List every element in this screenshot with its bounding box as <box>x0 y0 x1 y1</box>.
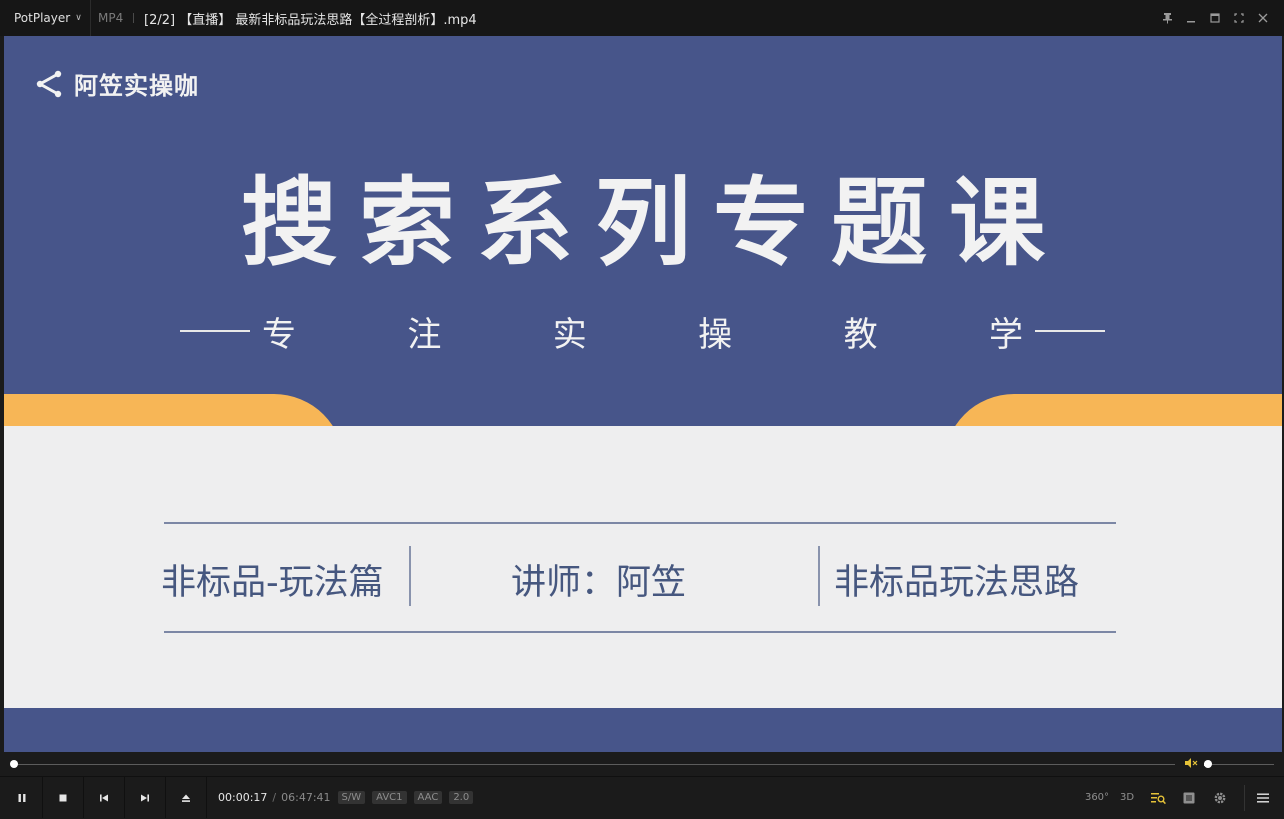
volume-handle[interactable] <box>1204 760 1212 768</box>
app-menu-button[interactable]: PotPlayer ∨ <box>0 0 91 36</box>
gear-icon <box>1214 792 1226 803</box>
control-divider <box>1244 785 1245 811</box>
info-series: 非标品-玩法篇 <box>161 562 384 603</box>
pause-button[interactable] <box>2 777 43 818</box>
info-panel: 非标品-玩法篇 讲师：阿笠 非标品玩法思路 <box>4 426 1282 708</box>
list-icon <box>1183 792 1195 803</box>
playlist-search-icon <box>1151 792 1166 804</box>
current-time: 00:00:17 <box>218 791 268 804</box>
window-controls <box>1160 0 1270 36</box>
time-separator: / <box>272 791 277 804</box>
video-frame[interactable]: 阿笠实操咖 搜索系列专题课 专 注 实 操 教 学 非标品-玩法篇 讲师：阿笠 … <box>4 36 1282 752</box>
format-label: MP4 <box>98 11 124 25</box>
renderer-tag[interactable]: S/W <box>337 791 366 804</box>
subline-char: 实 <box>552 314 587 355</box>
settings-button[interactable] <box>1208 777 1232 818</box>
subline-char: 教 <box>843 314 878 355</box>
info-topic: 非标品玩法思路 <box>834 562 1080 603</box>
vr-360-button[interactable]: 360° <box>1084 777 1110 818</box>
close-icon[interactable] <box>1256 11 1270 25</box>
subline-char: 学 <box>988 314 1023 355</box>
previous-icon <box>100 794 108 801</box>
next-button[interactable] <box>125 777 166 818</box>
subline-chars: 专 注 实 操 教 学 <box>250 307 1035 356</box>
subline: 专 注 实 操 教 学 <box>180 306 1105 356</box>
info-lecturer: 讲师：阿笠 <box>511 562 687 603</box>
audio-channels-tag[interactable]: 2.0 <box>449 791 474 804</box>
seek-track[interactable] <box>13 764 1175 765</box>
audio-codec-tag[interactable]: AAC <box>413 791 443 804</box>
subline-char: 专 <box>262 314 296 355</box>
share-icon <box>36 70 62 97</box>
brand-logo: 阿笠实操咖 <box>34 66 199 101</box>
eject-button[interactable] <box>166 777 207 818</box>
next-icon <box>141 794 149 801</box>
volume-track[interactable] <box>1204 764 1274 765</box>
control-bar: 00:00:17 / 06:47:41 S/W AVC1 AAC 2.0 360… <box>0 776 1284 819</box>
seek-bar-area <box>0 752 1284 776</box>
chapter-list-button[interactable] <box>1177 777 1201 818</box>
video-headline: 搜索系列专题课 <box>241 167 1067 279</box>
chevron-down-icon: ∨ <box>75 13 82 23</box>
info-divider <box>409 546 411 606</box>
minimize-icon[interactable] <box>1184 11 1198 25</box>
eject-icon <box>182 794 190 802</box>
panel-rule-bottom <box>164 631 1116 633</box>
previous-button[interactable] <box>84 777 125 818</box>
mute-speaker-icon[interactable] <box>1184 757 1198 772</box>
seek-handle[interactable] <box>10 760 18 768</box>
subline-char: 注 <box>407 314 442 355</box>
subline-dash-right <box>1035 330 1105 332</box>
stop-button[interactable] <box>43 777 84 818</box>
title-bar: PotPlayer ∨ MP4 [2/2] 【直播】 最新非标品玩法思路【全过程… <box>0 0 1284 36</box>
info-divider <box>818 546 820 606</box>
subline-dash-left <box>180 330 250 332</box>
time-display: 00:00:17 / 06:47:41 S/W AVC1 AAC 2.0 <box>218 777 474 818</box>
playlist-search-button[interactable] <box>1146 777 1170 818</box>
pause-icon <box>18 793 26 802</box>
app-name: PotPlayer <box>14 11 71 25</box>
pin-icon[interactable] <box>1160 11 1174 25</box>
hamburger-menu-icon <box>1257 793 1269 802</box>
main-menu-button[interactable] <box>1251 777 1275 818</box>
fullscreen-icon[interactable] <box>1232 11 1246 25</box>
logo-text: 阿笠实操咖 <box>74 72 199 100</box>
total-time: 06:47:41 <box>281 791 331 804</box>
video-codec-tag[interactable]: AVC1 <box>372 791 407 804</box>
maximize-icon[interactable] <box>1208 11 1222 25</box>
subline-char: 操 <box>698 314 733 355</box>
file-title: [2/2] 【直播】 最新非标品玩法思路【全过程剖析】.mp4 <box>144 12 477 28</box>
panel-rule-top <box>164 522 1116 524</box>
title-divider <box>133 13 134 23</box>
3d-button[interactable]: 3D <box>1116 777 1138 818</box>
stop-icon <box>59 794 67 801</box>
